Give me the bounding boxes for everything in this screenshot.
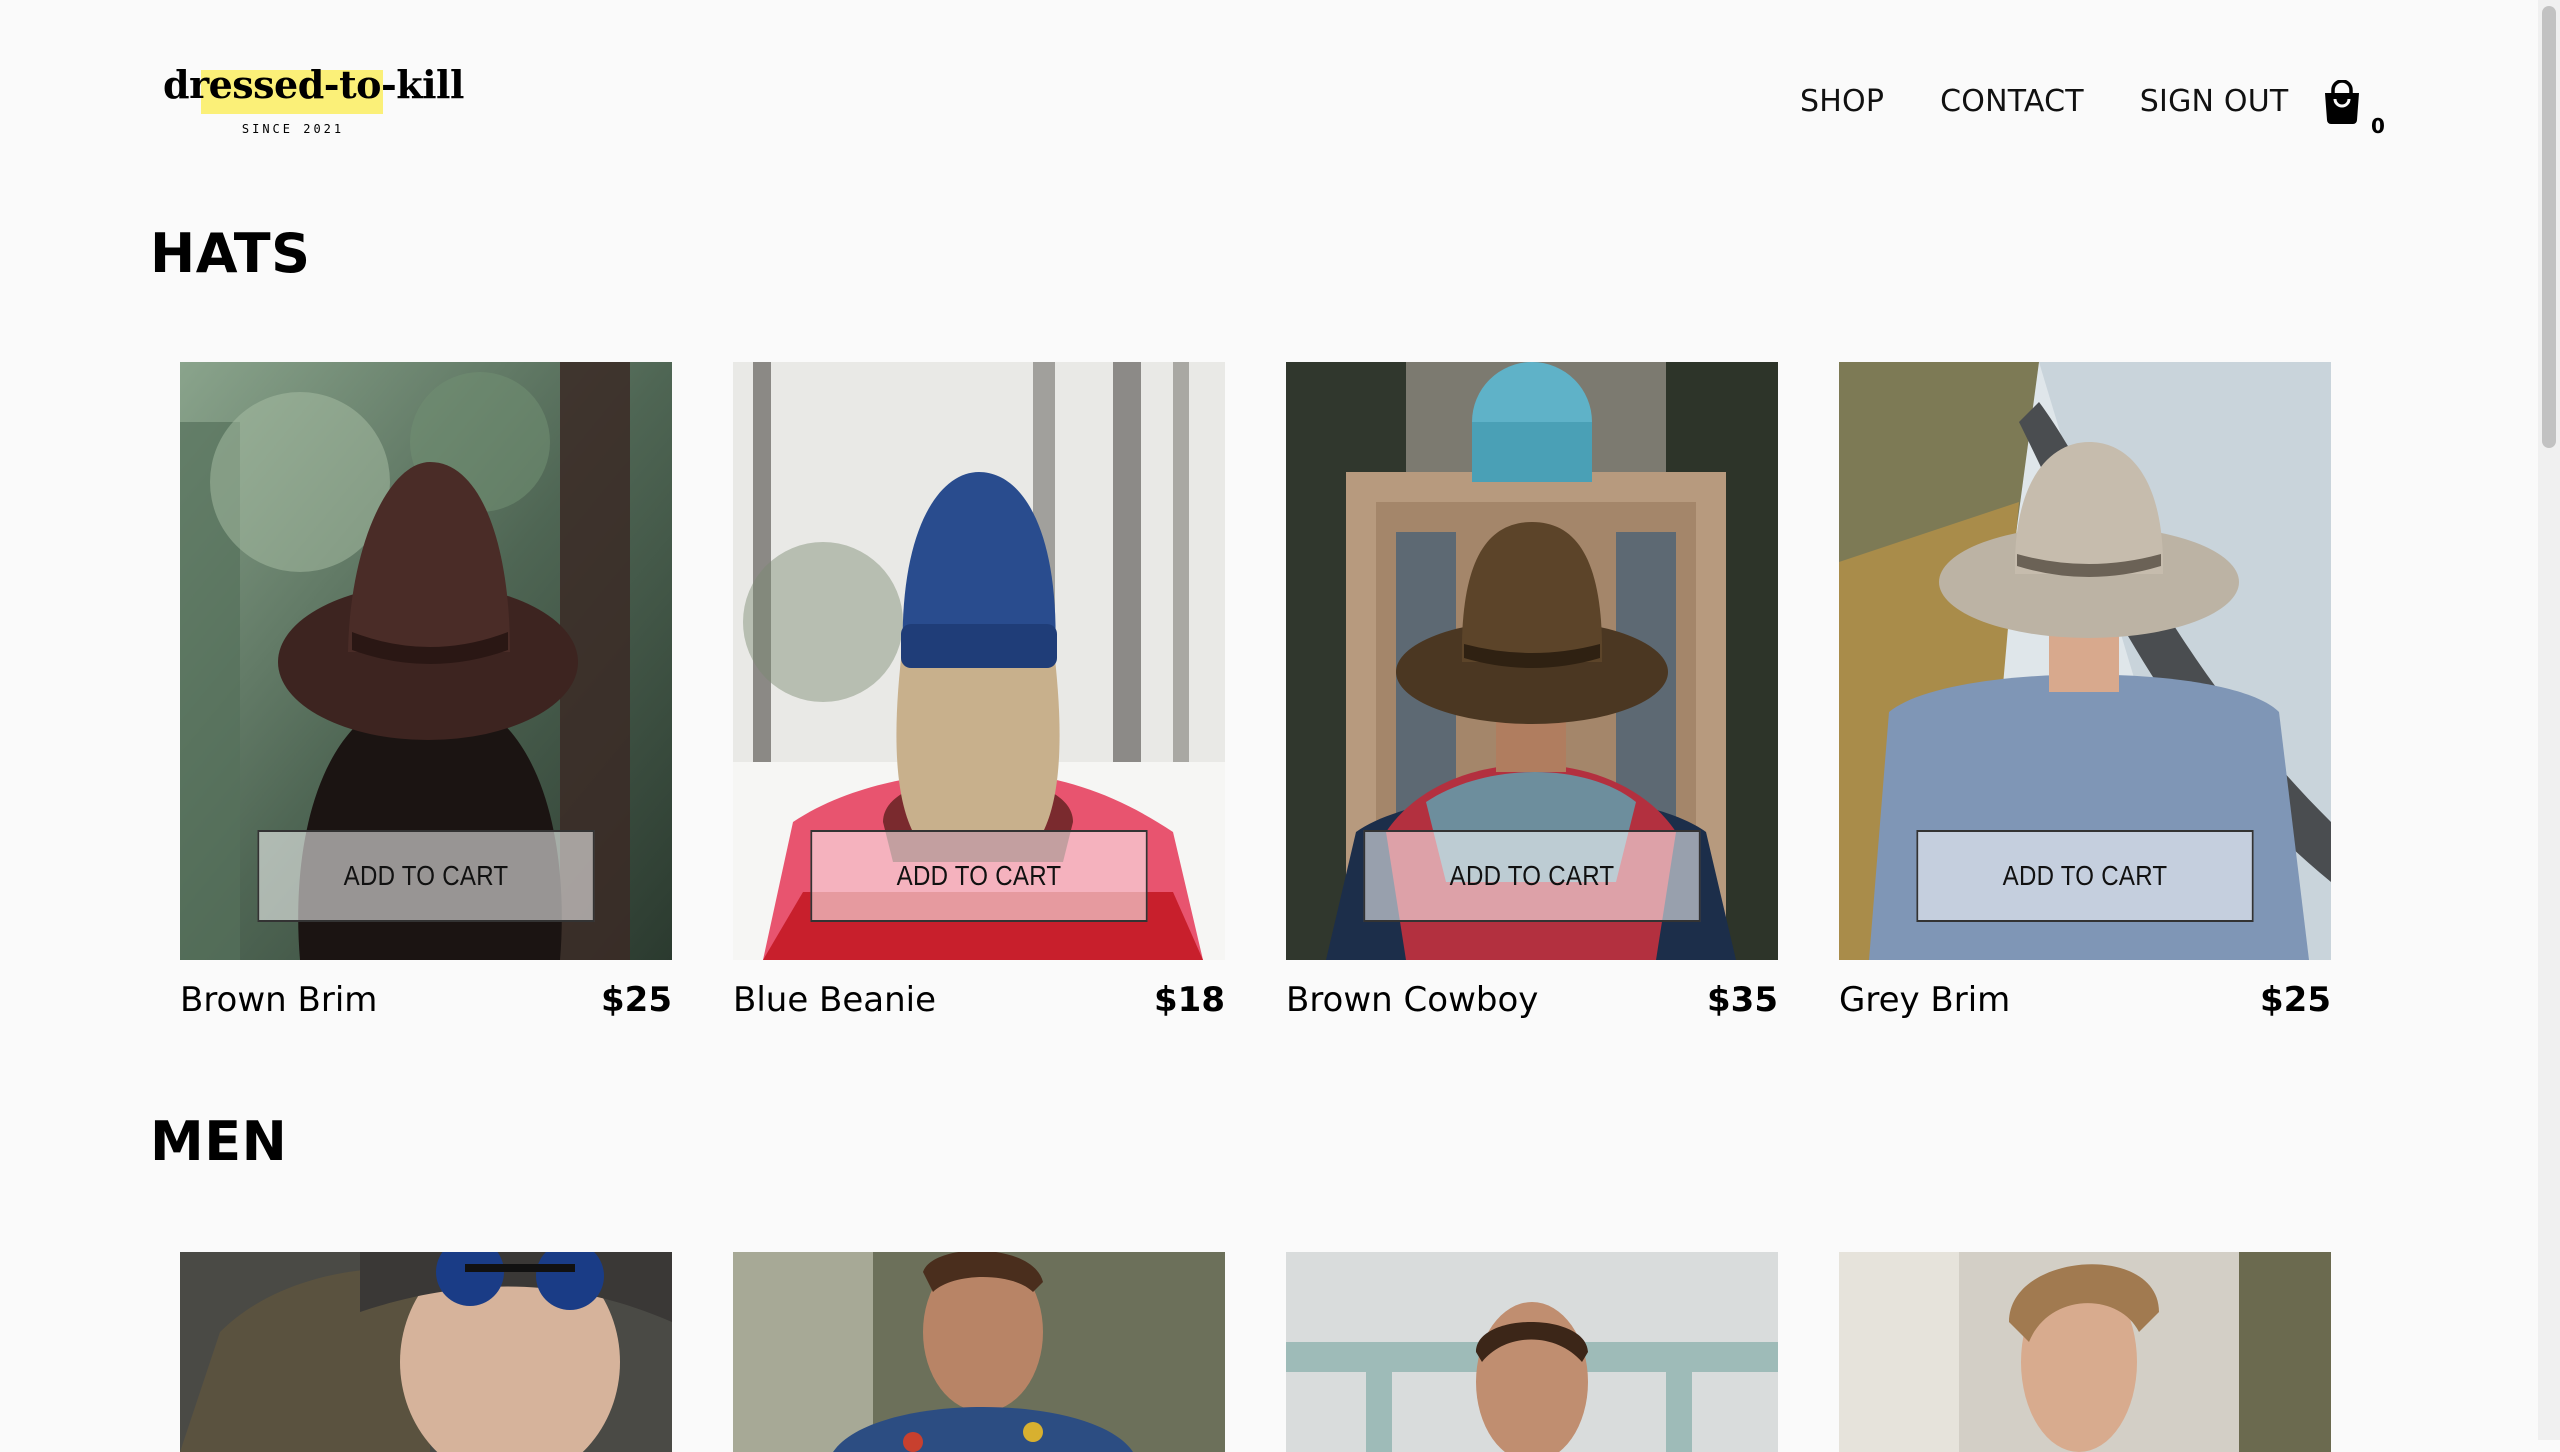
logo-tagline: SINCE 2021: [241, 122, 345, 136]
men-grid: [180, 1252, 2331, 1452]
product-price: $18: [1154, 980, 1225, 1020]
cart-button[interactable]: 0: [2320, 76, 2385, 138]
product-image-blue-beanie[interactable]: ADD TO CART: [733, 362, 1225, 960]
product-image[interactable]: [180, 1252, 672, 1452]
scrollbar-thumb[interactable]: [2542, 6, 2556, 448]
product-card: ADD TO CART Brown Brim $25: [180, 362, 672, 1020]
product-card: ADD TO CART Grey Brim $25: [1839, 362, 2331, 1020]
add-to-cart-button[interactable]: ADD TO CART: [1916, 830, 2254, 922]
product-image-brown-cowboy[interactable]: ADD TO CART: [1286, 362, 1778, 960]
product-card: ADD TO CART Blue Beanie $18: [733, 362, 1225, 1020]
product-price: $25: [2260, 980, 2331, 1020]
product-info: Brown Brim $25: [180, 980, 672, 1020]
shopping-bag-icon: [2325, 80, 2359, 124]
product-name: Grey Brim: [1839, 980, 2011, 1020]
product-info: Blue Beanie $18: [733, 980, 1225, 1020]
logo-wordmark: dressed-to-kill: [163, 62, 464, 107]
product-image[interactable]: [1286, 1252, 1778, 1452]
hats-grid: ADD TO CART Brown Brim $25 ADD TO CART B…: [180, 362, 2331, 1020]
product-card: [1839, 1252, 2331, 1452]
product-info: Brown Cowboy $35: [1286, 980, 1778, 1020]
product-info: Grey Brim $25: [1839, 980, 2331, 1020]
nav-shop-link[interactable]: SHOP: [1800, 84, 1884, 119]
section-title-men[interactable]: MEN: [150, 1110, 287, 1173]
add-to-cart-button[interactable]: ADD TO CART: [1363, 830, 1701, 922]
product-image[interactable]: [733, 1252, 1225, 1452]
nav-sign-out-link[interactable]: SIGN OUT: [2140, 84, 2289, 119]
product-card: ADD TO CART Brown Cowboy $35: [1286, 362, 1778, 1020]
product-card: [1286, 1252, 1778, 1452]
nav-contact-link[interactable]: CONTACT: [1940, 84, 2084, 119]
section-title-hats[interactable]: HATS: [150, 222, 311, 285]
product-name: Brown Brim: [180, 980, 378, 1020]
product-image-grey-brim[interactable]: ADD TO CART: [1839, 362, 2331, 960]
page-scrollbar[interactable]: [2538, 0, 2560, 1440]
site-header: dressed-to-kill SINCE 2021 SHOP CONTACT …: [0, 0, 2538, 200]
product-image-brown-brim[interactable]: ADD TO CART: [180, 362, 672, 960]
main-nav: SHOP CONTACT SIGN OUT: [1800, 84, 2344, 119]
product-name: Blue Beanie: [733, 980, 937, 1020]
product-card: [180, 1252, 672, 1452]
product-price: $35: [1707, 980, 1778, 1020]
brand-logo[interactable]: dressed-to-kill SINCE 2021: [163, 60, 464, 150]
add-to-cart-button[interactable]: ADD TO CART: [257, 830, 595, 922]
cart-count: 0: [2371, 114, 2385, 138]
product-name: Brown Cowboy: [1286, 980, 1539, 1020]
product-card: [733, 1252, 1225, 1452]
add-to-cart-button[interactable]: ADD TO CART: [810, 830, 1148, 922]
product-image[interactable]: [1839, 1252, 2331, 1452]
product-price: $25: [601, 980, 672, 1020]
